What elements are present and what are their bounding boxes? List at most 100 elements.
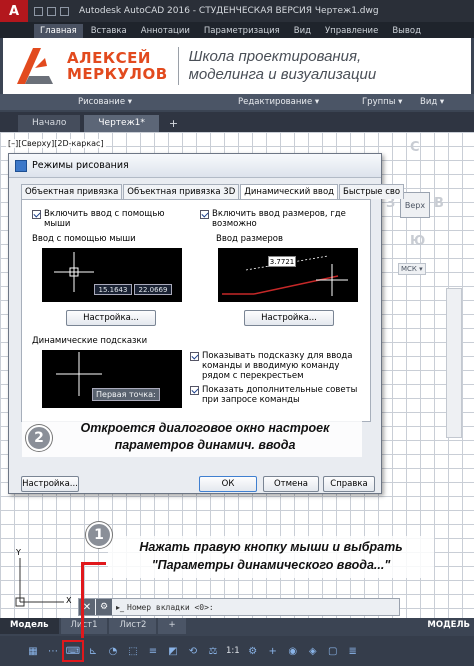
tab-home[interactable]: Главная (34, 24, 83, 38)
dim-value-field: 3.7721 (268, 256, 296, 267)
tab-model[interactable]: Модель (0, 618, 59, 634)
hardware-acceleration-icon[interactable]: ◈ (306, 644, 320, 658)
school-banner: АЛЕКСЕЙ МЕРКУЛОВ Школа проектирования, м… (3, 38, 471, 94)
document-tabs: Начало Чертеж1* + (0, 112, 474, 132)
doc-tab-start[interactable]: Начало (18, 115, 81, 132)
command-line[interactable]: ✕ ⚙ ▸_ Номер вкладки <0>: (78, 598, 400, 616)
pointer-settings-button[interactable]: Настройка... (66, 310, 156, 326)
workspace-icon[interactable]: ⚙ (246, 644, 260, 658)
tab-dynamic-input[interactable]: Динамический ввод (240, 184, 339, 199)
window-title: Autodesk AutoCAD 2016 - СТУДЕНЧЕСКАЯ ВЕР… (79, 6, 379, 16)
new-file-icon[interactable] (34, 6, 43, 16)
lineweight-icon[interactable]: ≡ (146, 644, 160, 658)
tab-3d-object-snap[interactable]: Объектная привязка 3D (123, 184, 240, 199)
panel-modify[interactable]: Редактирование ▾ (238, 97, 319, 107)
tab-layout2[interactable]: Лист2 (109, 618, 157, 634)
dialog-title: Режимы рисования (32, 160, 129, 171)
tab-annotate[interactable]: Аннотации (135, 24, 196, 38)
checkbox-box[interactable] (200, 210, 209, 219)
dim-input-preview: 3.7721 (218, 248, 358, 302)
pointer-x-field: 15.1643 (94, 284, 132, 295)
isolate-objects-icon[interactable]: ◉ (286, 644, 300, 658)
annotation-scale-icon[interactable]: ⚖ (206, 644, 220, 658)
enable-pointer-input-checkbox[interactable]: Включить ввод с помощью мыши (32, 209, 192, 229)
step1-caption: Нажать правую кнопку мыши и выбрать "Пар… (139, 540, 403, 572)
command-prompt-icon: ▸_ (116, 602, 125, 612)
step1-number: 1 (86, 522, 112, 548)
model-space-indicator[interactable]: МОДЕЛЬ (427, 620, 470, 630)
options-button[interactable]: Настройка... (21, 476, 79, 492)
dynamic-prompts-preview: Первая точка: (42, 350, 182, 408)
ucs-y-label: Y (16, 548, 21, 557)
first-point-prompt: Первая точка: (92, 388, 160, 401)
open-file-icon[interactable] (47, 6, 56, 16)
compass-north[interactable]: С (410, 140, 420, 155)
show-prompts-checkbox[interactable]: Показывать подсказку для ввода команды и… (190, 351, 366, 381)
selection-cycling-icon[interactable]: ⟲ (186, 644, 200, 658)
ok-button[interactable]: ОК (199, 476, 257, 492)
panel-view[interactable]: Вид ▾ (420, 97, 444, 107)
compass-south[interactable]: Ю (410, 234, 425, 249)
dynamic-input-icon[interactable]: ⌨ (62, 640, 84, 662)
help-button[interactable]: Справка (323, 476, 375, 492)
save-file-icon[interactable] (60, 6, 69, 16)
osnap-icon[interactable]: ⬚ (126, 644, 140, 658)
tab-layout1[interactable]: Лист1 (60, 618, 108, 634)
checkbox-box[interactable] (190, 386, 199, 395)
status-bar: ▦ ⋯ ⌨ ⊾ ◔ ⬚ ≡ ◩ ⟲ ⚖ 1:1 ⚙ + ◉ ◈ ▢ ≣ (0, 636, 474, 666)
author-name: АЛЕКСЕЙ МЕРКУЛОВ (67, 49, 168, 83)
grid-icon[interactable]: ▦ (26, 644, 40, 658)
panel-groups[interactable]: Группы ▾ (362, 97, 402, 107)
annotation-monitor-icon[interactable]: + (266, 644, 280, 658)
callout-line (82, 562, 106, 565)
tab-manage[interactable]: Управление (319, 24, 384, 38)
checkbox-box[interactable] (190, 352, 199, 361)
step2-number: 2 (26, 425, 52, 451)
quick-access-toolbar[interactable] (28, 6, 75, 16)
viewport-controls[interactable]: [–][Сверху][2D-каркас] (6, 139, 106, 148)
pointer-input-label: Ввод с помощью мыши (32, 234, 136, 244)
polar-icon[interactable]: ◔ (106, 644, 120, 658)
checkbox-box[interactable] (32, 210, 41, 219)
dialog-title-bar[interactable]: Режимы рисования (9, 154, 381, 178)
step2-caption: Откроется диалоговое окно настроек парам… (80, 421, 330, 452)
compass-east[interactable]: В (434, 196, 444, 211)
annotation-scale[interactable]: 1:1 (226, 646, 240, 656)
viewcube-face-top[interactable]: Верх (400, 192, 430, 218)
panel-draw[interactable]: Рисование ▾ (78, 97, 132, 107)
new-tab-button[interactable]: + (163, 115, 184, 132)
title-bar: A Autodesk AutoCAD 2016 - СТУДЕНЧЕСКАЯ В… (0, 0, 474, 22)
transparency-icon[interactable]: ◩ (166, 644, 180, 658)
banner-divider (177, 47, 179, 85)
ucs-icon: Y X (14, 548, 74, 608)
tab-object-snap[interactable]: Объектная привязка (21, 184, 123, 199)
ribbon-panels: Рисование ▾ Редактирование ▾ Группы ▾ Ви… (0, 94, 474, 110)
layout-tabs: Модель Лист1 Лист2 + МОДЕЛЬ (0, 618, 474, 634)
autocad-logo-icon[interactable]: A (0, 0, 28, 22)
dialog-tabs: Объектная привязка Объектная привязка 3D… (21, 184, 405, 199)
enable-dim-input-checkbox[interactable]: Включить ввод размеров, где возможно (200, 209, 360, 229)
navigation-bar[interactable] (446, 288, 462, 438)
snap-icon[interactable]: ⋯ (46, 644, 60, 658)
ortho-icon[interactable]: ⊾ (86, 644, 100, 658)
command-input[interactable]: Номер вкладки <0>: (127, 603, 214, 612)
dim-settings-button[interactable]: Настройка... (244, 310, 334, 326)
ribbon-tabs: Главная Вставка Аннотации Параметризация… (0, 22, 474, 38)
clean-screen-icon[interactable]: ▢ (326, 644, 340, 658)
wcs-menu[interactable]: МСК ▾ (398, 263, 426, 275)
tab-view[interactable]: Вид (288, 24, 317, 38)
dynamic-input-panel: Включить ввод с помощью мыши Включить вв… (21, 199, 371, 422)
tab-parametric[interactable]: Параметризация (198, 24, 286, 38)
customization-icon[interactable]: ≣ (346, 644, 360, 658)
add-layout-button[interactable]: + (158, 618, 186, 634)
school-logo-icon (11, 42, 59, 90)
tab-output[interactable]: Вывод (386, 24, 427, 38)
doc-tab-drawing1[interactable]: Чертеж1* (84, 115, 159, 132)
show-tooltips-checkbox[interactable]: Показать дополнительные советы при запро… (190, 385, 366, 405)
tab-insert[interactable]: Вставка (85, 24, 133, 38)
wrench-icon[interactable]: ⚙ (96, 599, 112, 615)
dim-input-label: Ввод размеров (216, 234, 283, 244)
tab-quick-properties[interactable]: Быстрые сво (339, 184, 405, 199)
dynamic-prompts-label: Динамические подсказки (32, 336, 148, 346)
cancel-button[interactable]: Отмена (263, 476, 319, 492)
